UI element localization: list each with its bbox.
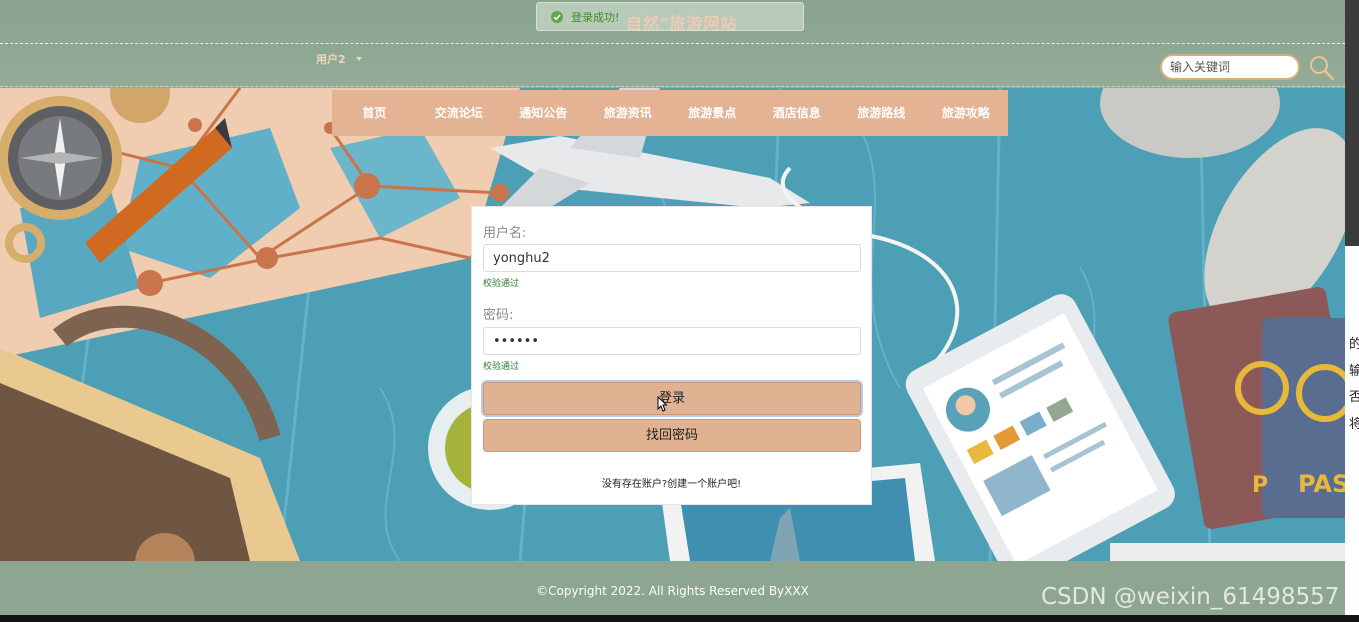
mouse-cursor-icon <box>657 396 667 412</box>
user-name-label: 用户2 <box>316 53 346 66</box>
username-status: 校验通过 <box>483 279 520 289</box>
search-button[interactable] <box>1309 55 1335 81</box>
username-input[interactable] <box>483 244 861 272</box>
register-link[interactable]: 没有存在账户?创建一个账户吧! <box>472 475 871 490</box>
password-input[interactable] <box>483 327 861 355</box>
nav-item-hotel[interactable]: 酒店信息 <box>755 90 840 136</box>
username-label: 用户名: <box>483 226 527 241</box>
user-menu[interactable]: 用户2 <box>316 51 362 67</box>
login-button[interactable]: 登录 <box>483 382 861 415</box>
side-text-2: 输 <box>1349 364 1359 379</box>
main-nav: 首页 交流论坛 通知公告 旅游资讯 旅游景点 酒店信息 旅游路线 旅游攻略 <box>332 90 1008 136</box>
nav-item-forum[interactable]: 交流论坛 <box>417 90 502 136</box>
watermark: CSDN @weixin_61498557 <box>1041 584 1340 610</box>
svg-text:P: P <box>1252 473 1268 498</box>
success-toast: 登录成功! <box>536 2 804 31</box>
nav-item-scenic[interactable]: 旅游景点 <box>670 90 755 136</box>
header-divider-bottom <box>0 86 1345 87</box>
password-status: 校验通过 <box>483 362 520 372</box>
search-icon <box>1310 56 1335 81</box>
chevron-down-icon <box>355 57 362 61</box>
password-label: 密码: <box>483 308 514 323</box>
find-password-button[interactable]: 找回密码 <box>483 419 861 452</box>
svg-text:PAS: PAS <box>1298 470 1345 498</box>
nav-item-guide[interactable]: 旅游攻略 <box>924 90 1009 136</box>
search-input[interactable] <box>1160 54 1300 80</box>
nav-item-route[interactable]: 旅游路线 <box>839 90 924 136</box>
side-text-1: 的 <box>1349 337 1359 352</box>
side-text-4: 将 <box>1349 417 1359 432</box>
side-strip-dark <box>1345 0 1359 246</box>
side-strip: 的 输 否 将 <box>1345 0 1359 622</box>
check-circle-icon <box>551 10 563 23</box>
nav-item-notice[interactable]: 通知公告 <box>501 90 586 136</box>
side-text-3: 否 <box>1349 390 1359 405</box>
nav-item-home[interactable]: 首页 <box>332 90 417 136</box>
bottom-bar <box>0 615 1359 622</box>
nav-item-news[interactable]: 旅游资讯 <box>586 90 671 136</box>
toast-message: 登录成功! <box>571 10 620 24</box>
login-form: 用户名: 校验通过 密码: 校验通过 登录 找回密码 没有存在账户?创建一个账户… <box>471 206 872 505</box>
header-divider <box>0 43 1345 44</box>
page: PAS P 自然"旅游网站 用户2 输入关键词 登录成功! 首页 交流论坛 通知… <box>0 0 1345 615</box>
